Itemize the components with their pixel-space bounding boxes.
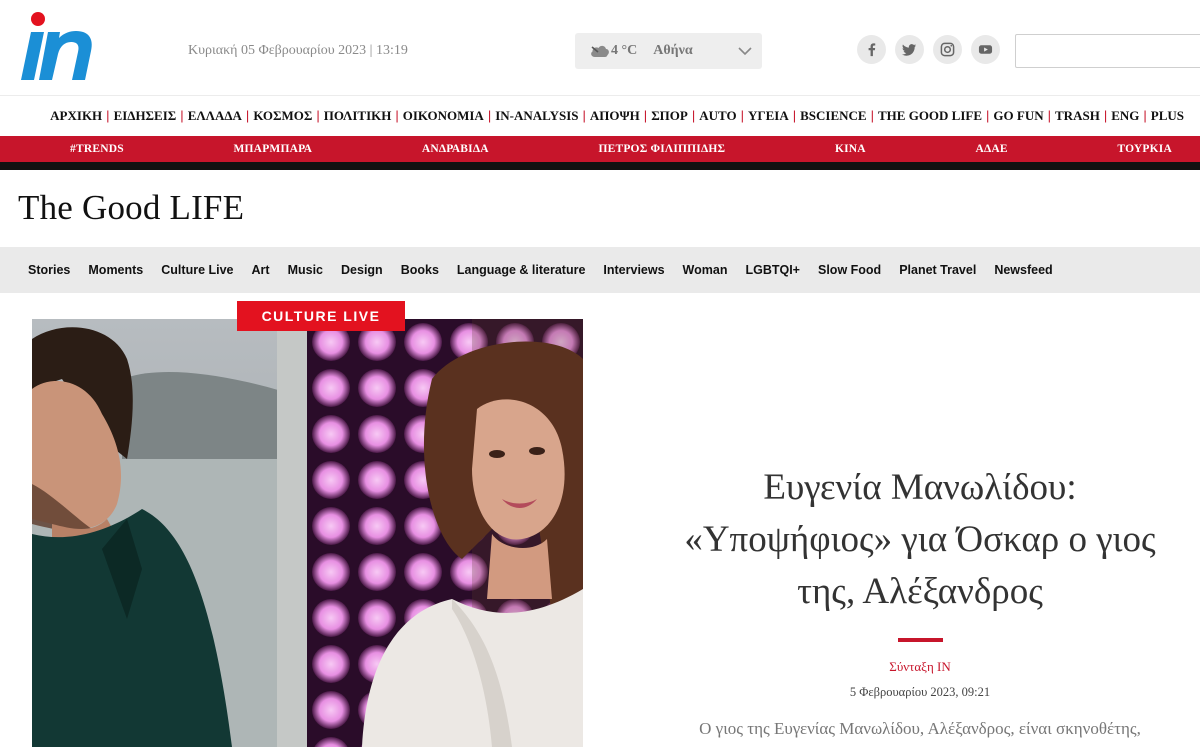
- trend-item[interactable]: ΤΟΥΡΚΙΑ: [1117, 143, 1172, 155]
- nav-item-greece[interactable]: ΕΛΛΑΔΑ: [188, 108, 242, 124]
- nav-item-politics[interactable]: ΠΟΛΙΤΙΚΗ: [324, 108, 392, 124]
- trend-item[interactable]: ΑΝΔΡΑΒΙΔΑ: [422, 143, 489, 155]
- headline-line: Ευγενία Μανωλίδου:: [763, 467, 1077, 508]
- nav-separator: |: [316, 108, 320, 123]
- weather-city: Αθήνα: [653, 43, 693, 58]
- subnav-item-culture-live[interactable]: Culture Live: [161, 263, 233, 277]
- article-date: 5 Φεβρουαρίου 2023, 09:21: [849, 685, 991, 699]
- nav-separator: |: [395, 108, 399, 123]
- instagram-button[interactable]: [933, 35, 962, 64]
- search-input[interactable]: [1015, 34, 1200, 68]
- headline-divider: [898, 638, 943, 642]
- section-sub-nav: Stories Moments Culture Live Art Music D…: [0, 247, 1200, 293]
- nav-separator: |: [180, 108, 184, 123]
- subnav-item-interviews[interactable]: Interviews: [603, 263, 664, 277]
- subnav-item-newsfeed[interactable]: Newsfeed: [994, 263, 1052, 277]
- facebook-button[interactable]: [857, 35, 886, 64]
- trend-item[interactable]: ΠΕΤΡΟΣ ΦΙΛΙΠΠΙΔΗΣ: [598, 143, 725, 155]
- nav-item-trash[interactable]: TRASH: [1055, 108, 1100, 124]
- section-title[interactable]: The Good LIFE: [18, 188, 244, 228]
- weather-widget[interactable]: 4 °C Αθήνα: [575, 33, 762, 69]
- subnav-item-lgbtqi[interactable]: LGBTQI+: [745, 263, 800, 277]
- trend-item[interactable]: ΑΔΑΕ: [975, 143, 1007, 155]
- nav-item-economy[interactable]: ΟΙΚΟΝΟΜΙΑ: [403, 108, 484, 124]
- subnav-item-stories[interactable]: Stories: [28, 263, 70, 277]
- article-photo: [32, 319, 583, 747]
- headline-line: «Υποψήφιος» για Όσκαρ ο γιος: [684, 519, 1156, 560]
- trend-label[interactable]: #TRENDS: [70, 143, 124, 155]
- twitter-icon: [902, 44, 917, 56]
- nav-item-health[interactable]: ΥΓΕΙΑ: [748, 108, 789, 124]
- twitter-button[interactable]: [895, 35, 924, 64]
- top-header: Κυριακή 05 Φεβρουαρίου 2023 | 13:19 4 °C…: [0, 0, 1200, 95]
- nav-separator: |: [986, 108, 990, 123]
- nav-separator: |: [1103, 108, 1108, 123]
- chevron-down-icon[interactable]: [738, 44, 752, 58]
- nav-item-the-good-life[interactable]: THE GOOD LIFE: [878, 108, 982, 124]
- nav-separator: |: [245, 108, 250, 123]
- nav-separator: |: [582, 108, 586, 123]
- subnav-item-moments[interactable]: Moments: [88, 263, 143, 277]
- trend-item[interactable]: ΚΙΝΑ: [835, 143, 866, 155]
- nav-item-eng[interactable]: ENG: [1111, 108, 1139, 124]
- nav-item-in-analysis[interactable]: IN-ANALYSIS: [495, 108, 578, 124]
- instagram-icon: [940, 42, 955, 57]
- subnav-item-art[interactable]: Art: [252, 263, 270, 277]
- in-logo[interactable]: [18, 8, 98, 84]
- trend-item[interactable]: ΜΠΑΡΜΠΑΡΑ: [233, 143, 312, 155]
- nav-separator: |: [1143, 108, 1147, 123]
- weather-temperature: 4 °C: [611, 43, 638, 58]
- category-badge[interactable]: CULTURE LIVE: [237, 301, 405, 331]
- nav-separator: |: [1047, 108, 1052, 123]
- article-excerpt: Ο γιος της Ευγενίας Μανωλίδου, Αλέξανδρο…: [699, 719, 1141, 738]
- subnav-item-design[interactable]: Design: [341, 263, 383, 277]
- nav-separator: |: [740, 108, 744, 123]
- nav-item-sports[interactable]: ΣΠΟΡ: [651, 108, 688, 124]
- subnav-item-slow-food[interactable]: Slow Food: [818, 263, 881, 277]
- nav-item-go-fun[interactable]: GO FUN: [993, 108, 1043, 124]
- nav-item-opinion[interactable]: ΑΠΟΨΗ: [590, 108, 640, 124]
- nav-item-plus[interactable]: PLUS: [1151, 108, 1184, 124]
- nav-item-world[interactable]: ΚΟΣΜΟΣ: [253, 108, 312, 124]
- headline-line: της, Αλέξανδρος: [797, 571, 1043, 612]
- nav-item-home[interactable]: ΑΡΧΙΚΗ: [50, 108, 102, 124]
- nav-item-news[interactable]: ΕΙΔΗΣΕΙΣ: [114, 108, 177, 124]
- youtube-icon: [978, 45, 993, 54]
- nav-separator: |: [870, 108, 874, 123]
- article-author[interactable]: Σύνταξη IN: [640, 659, 1200, 675]
- cloud-icon: [591, 45, 609, 57]
- header-divider: [0, 162, 1200, 170]
- main-nav: ΑΡΧΙΚΗ | ΕΙΔΗΣΕΙΣ | ΕΛΛΑΔΑ | ΚΟΣΜΟΣ | ΠΟΛΙΤΙ…: [0, 95, 1200, 135]
- nav-separator: |: [643, 108, 648, 123]
- subnav-item-language-literature[interactable]: Language & literature: [457, 263, 586, 277]
- article-hero-image[interactable]: [32, 319, 583, 747]
- nav-item-bscience[interactable]: BSCIENCE: [800, 108, 866, 124]
- nav-separator: |: [691, 108, 696, 123]
- facebook-icon: [868, 43, 876, 57]
- current-date: Κυριακή 05 Φεβρουαρίου 2023 | 13:19: [188, 43, 408, 58]
- nav-separator: |: [487, 108, 492, 123]
- nav-item-auto[interactable]: AUTO: [699, 108, 736, 124]
- article-headline[interactable]: Ευγενία Μανωλίδου: «Υποψήφιος» για Όσκαρ…: [640, 462, 1200, 618]
- youtube-button[interactable]: [971, 35, 1000, 64]
- trends-bar: #TRENDS ΜΠΑΡΜΠΑΡΑ ΑΝΔΡΑΒΙΔΑ ΠΕΤΡΟΣ ΦΙΛΙΠ…: [0, 136, 1200, 162]
- subnav-item-books[interactable]: Books: [401, 263, 439, 277]
- subnav-item-planet-travel[interactable]: Planet Travel: [899, 263, 976, 277]
- subnav-item-music[interactable]: Music: [288, 263, 323, 277]
- subnav-item-woman[interactable]: Woman: [683, 263, 728, 277]
- nav-separator: |: [106, 108, 110, 123]
- nav-separator: |: [792, 108, 797, 123]
